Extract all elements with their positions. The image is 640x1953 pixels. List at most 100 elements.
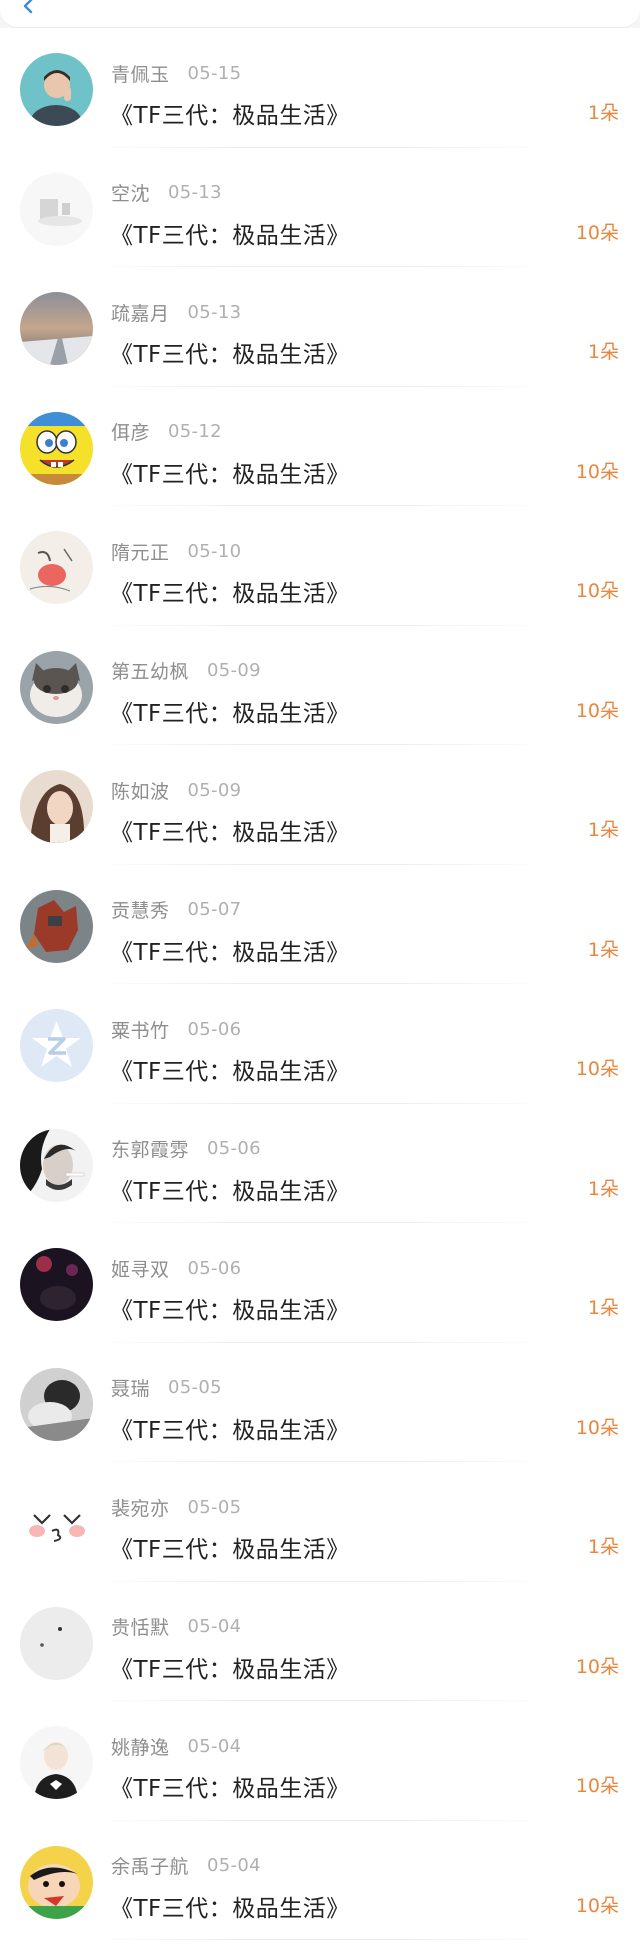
book-title: 《TF三代：极品生活》 <box>110 1895 350 1922</box>
flower-amount: 10朵 <box>575 1775 619 1797</box>
gift-row[interactable]: 姚静逸 05-04 《TF三代：极品生活》 10朵 <box>0 1701 640 1821</box>
name-date-line: 青佩玉 05-15 <box>111 60 242 87</box>
avatar[interactable] <box>20 770 93 843</box>
avatar[interactable] <box>20 53 93 126</box>
gift-date: 05-09 <box>187 779 242 801</box>
gift-row[interactable]: 姬寻双 05-06 《TF三代：极品生活》 1朵 <box>0 1223 640 1343</box>
gift-list: 青佩玉 05-15 《TF三代：极品生活》 1朵 空沈 05-13 《TF三代：极品生活》 1… <box>0 28 640 1940</box>
avatar[interactable] <box>20 1248 93 1321</box>
flower-amount: 1朵 <box>587 1177 619 1200</box>
book-title: 《TF三代：极品生活》 <box>110 103 350 129</box>
gift-row[interactable]: 陈如波 05-09 《TF三代：极品生活》 1朵 <box>0 745 640 865</box>
flower-amount: 10朵 <box>575 460 619 483</box>
name-date-line: 余禹子航 05-04 <box>111 1854 261 1878</box>
gift-row[interactable]: 贵恬默 05-04 《TF三代：极品生活》 10朵 <box>0 1582 640 1701</box>
name-date-line: 聂瑞 05-05 <box>111 1376 222 1400</box>
book-title: 《TF三代：极品生活》 <box>110 342 350 368</box>
user-name[interactable]: 空沈 <box>111 179 150 206</box>
book-title: 《TF三代：极品生活》 <box>110 1417 350 1444</box>
avatar[interactable] <box>20 1606 93 1680</box>
avatar[interactable] <box>20 411 93 485</box>
gift-row[interactable]: 佴彦 05-12 《TF三代：极品生活》 10朵 <box>0 387 640 506</box>
gift-row[interactable]: 疏嘉月 05-13 《TF三代：极品生活》 1朵 <box>0 267 640 387</box>
gift-row[interactable]: 空沈 05-13 《TF三代：极品生活》 10朵 <box>0 148 640 267</box>
name-date-line: 贵恬默 05-04 <box>111 1615 241 1639</box>
avatar[interactable] <box>20 1009 93 1082</box>
gift-row[interactable]: 裴宛亦 05-05 《TF三代：极品生活》 1朵 <box>0 1462 640 1582</box>
name-date-line: 第五幼枫 05-09 <box>111 659 261 683</box>
gift-row[interactable]: 余禹子航 05-04 《TF三代：极品生活》 10朵 <box>0 1821 640 1940</box>
flower-amount: 1朵 <box>587 1297 619 1319</box>
avatar[interactable] <box>20 650 93 724</box>
avatar[interactable] <box>20 292 93 365</box>
user-name[interactable]: 余禹子航 <box>111 1852 189 1879</box>
gift-date: 05-05 <box>187 1496 242 1518</box>
name-date-line: 陈如波 05-09 <box>111 777 242 804</box>
flower-amount: 1朵 <box>587 1536 619 1558</box>
avatar[interactable] <box>20 1128 93 1202</box>
flower-amount: 10朵 <box>575 1416 619 1439</box>
user-name[interactable]: 青佩玉 <box>111 60 170 87</box>
user-name[interactable]: 第五幼枫 <box>111 657 189 684</box>
flower-amount: 1朵 <box>587 341 619 363</box>
user-name[interactable]: 裴宛亦 <box>111 1494 170 1521</box>
user-name[interactable]: 佴彦 <box>111 418 150 445</box>
avatar[interactable] <box>20 1845 93 1919</box>
avatar[interactable] <box>20 889 93 963</box>
gift-row[interactable]: 聂瑞 05-05 《TF三代：极品生活》 10朵 <box>0 1343 640 1462</box>
name-date-line: 东郭霞雰 05-06 <box>111 1137 261 1161</box>
flower-amount: 1朵 <box>587 819 619 841</box>
user-name[interactable]: 粟书竹 <box>111 1016 170 1043</box>
gift-date: 05-12 <box>168 421 222 442</box>
user-name[interactable]: 姬寻双 <box>111 1255 170 1282</box>
book-title: 《TF三代：极品生活》 <box>110 820 350 846</box>
gift-date: 05-06 <box>187 1018 242 1040</box>
avatar[interactable] <box>20 531 93 604</box>
top-bar <box>0 0 640 28</box>
book-title: 《TF三代：极品生活》 <box>110 222 350 249</box>
gift-row[interactable]: 粟书竹 05-06 《TF三代：极品生活》 10朵 <box>0 984 640 1104</box>
gift-date: 05-15 <box>187 62 242 84</box>
flower-amount: 10朵 <box>575 580 619 602</box>
name-date-line: 空沈 05-13 <box>111 181 222 205</box>
avatar[interactable] <box>20 172 93 246</box>
user-name[interactable]: 陈如波 <box>111 777 170 804</box>
book-title: 《TF三代：极品生活》 <box>110 461 350 488</box>
user-name[interactable]: 姚静逸 <box>111 1733 170 1760</box>
user-name[interactable]: 聂瑞 <box>111 1374 150 1401</box>
flower-amount: 10朵 <box>575 699 619 722</box>
avatar[interactable] <box>20 1487 93 1560</box>
flower-amount: 1朵 <box>587 938 619 961</box>
name-date-line: 姬寻双 05-06 <box>111 1255 241 1282</box>
gift-row[interactable]: 东郭霞雰 05-06 《TF三代：极品生活》 1朵 <box>0 1104 640 1223</box>
gift-row[interactable]: 隋元正 05-10 《TF三代：极品生活》 10朵 <box>0 506 640 626</box>
avatar[interactable] <box>20 1726 93 1799</box>
name-date-line: 粟书竹 05-06 <box>111 1016 242 1043</box>
flower-amount: 10朵 <box>575 1655 619 1678</box>
name-date-line: 隋元正 05-10 <box>111 538 242 565</box>
avatar[interactable] <box>20 1367 93 1441</box>
user-name[interactable]: 隋元正 <box>111 538 170 565</box>
name-date-line: 佴彦 05-12 <box>111 420 222 444</box>
name-date-line: 裴宛亦 05-05 <box>111 1494 242 1521</box>
gift-date: 05-07 <box>187 899 242 920</box>
book-title: 《TF三代：极品生活》 <box>110 1059 350 1085</box>
user-name[interactable]: 疏嘉月 <box>111 299 170 326</box>
chevron-left-icon[interactable] <box>20 0 42 14</box>
user-name[interactable]: 贵恬默 <box>111 1613 170 1640</box>
book-title: 《TF三代：极品生活》 <box>110 581 350 607</box>
gift-date: 05-10 <box>187 540 242 562</box>
gift-row[interactable]: 青佩玉 05-15 《TF三代：极品生活》 1朵 <box>0 28 640 148</box>
gift-row[interactable]: 第五幼枫 05-09 《TF三代：极品生活》 10朵 <box>0 626 640 745</box>
gift-row[interactable]: 贡慧秀 05-07 《TF三代：极品生活》 1朵 <box>0 865 640 984</box>
book-title: 《TF三代：极品生活》 <box>110 1656 350 1683</box>
user-name[interactable]: 贡慧秀 <box>111 896 170 923</box>
user-name[interactable]: 东郭霞雰 <box>111 1135 189 1162</box>
flower-amount: 1朵 <box>587 102 619 124</box>
book-title: 《TF三代：极品生活》 <box>110 939 350 966</box>
book-title: 《TF三代：极品生活》 <box>110 1178 350 1205</box>
row-divider <box>111 1939 530 1940</box>
gift-date: 05-05 <box>168 1377 222 1398</box>
gift-date: 05-13 <box>187 301 242 323</box>
flower-amount: 10朵 <box>575 1058 619 1080</box>
